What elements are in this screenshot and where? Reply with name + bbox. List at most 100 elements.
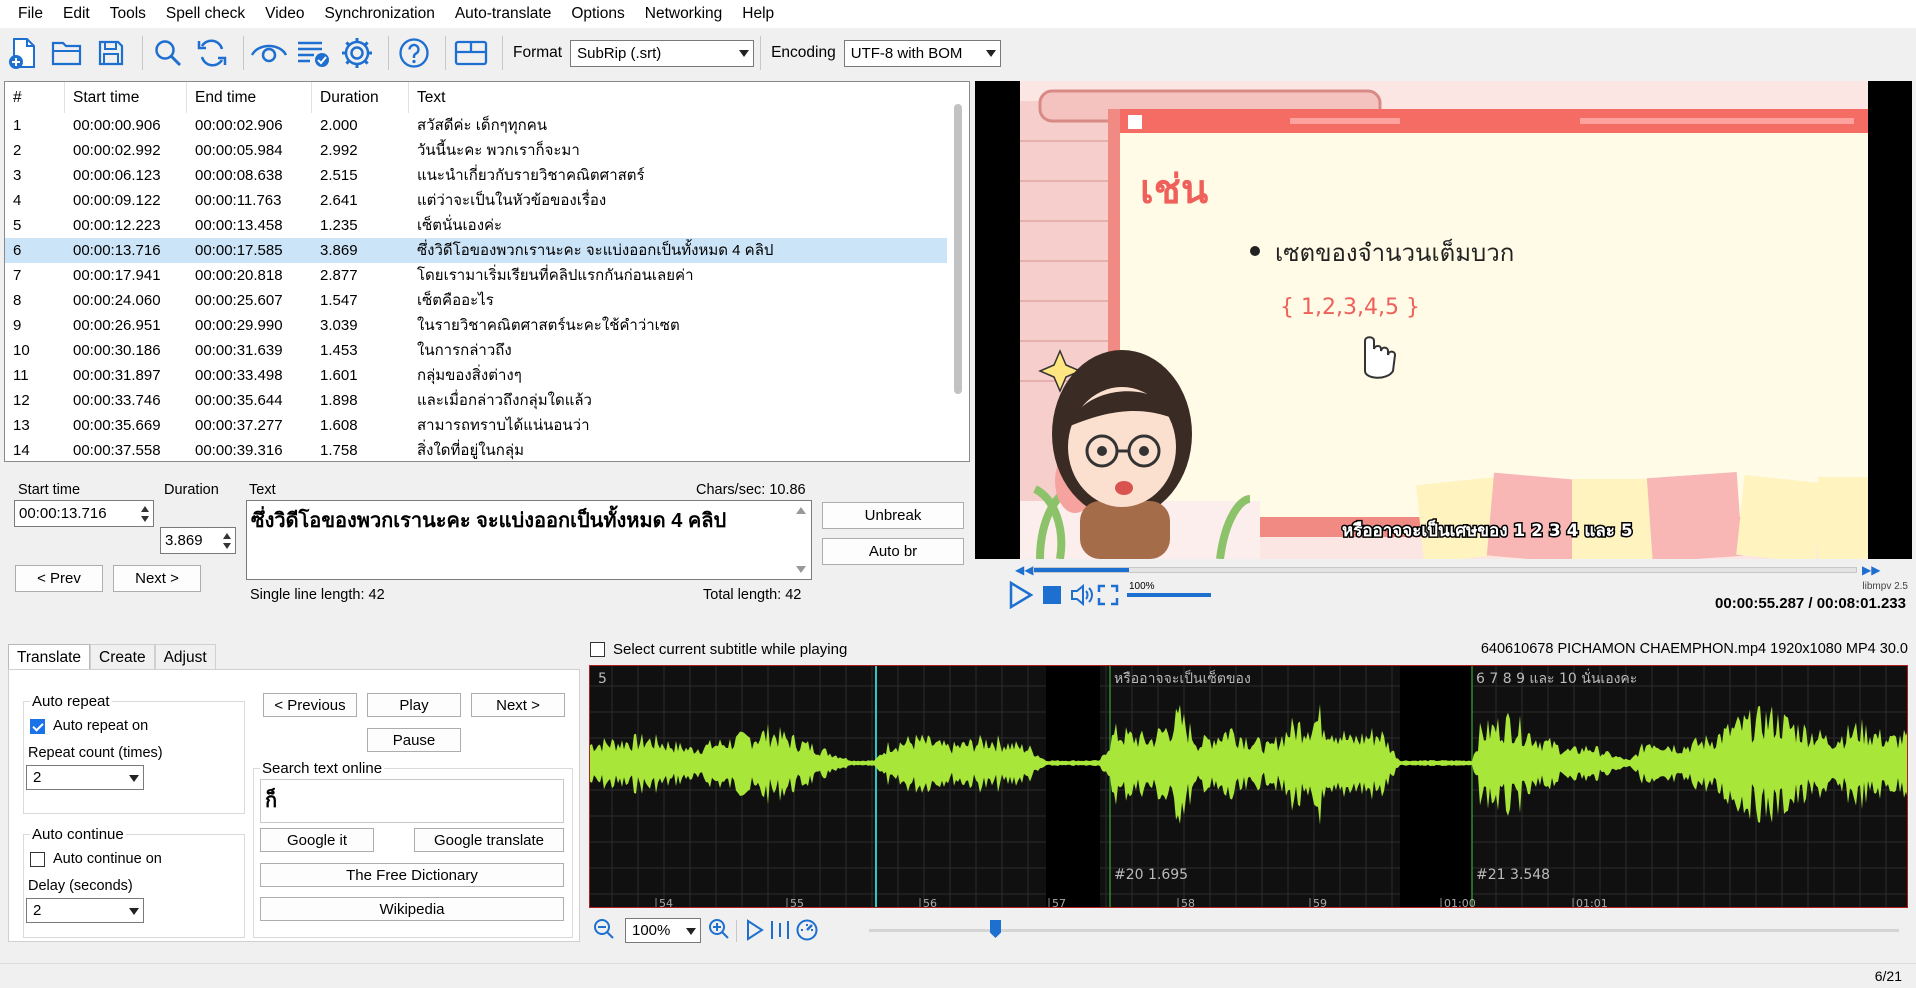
previous-button[interactable]: < Previous xyxy=(263,693,357,717)
text-scrollbar[interactable] xyxy=(793,503,809,577)
new-file-icon[interactable] xyxy=(4,34,42,72)
find-icon[interactable] xyxy=(149,34,187,72)
play-button[interactable]: Play xyxy=(367,693,461,717)
repeat-count-select[interactable]: 2 xyxy=(26,765,144,790)
menu-options[interactable]: Options xyxy=(561,0,634,28)
list-scrollbar[interactable] xyxy=(947,82,969,461)
video-seek-bar[interactable] xyxy=(1033,567,1857,573)
menu-spell-check[interactable]: Spell check xyxy=(156,0,255,28)
subtitle-text-input[interactable]: ซึ่งวิดีโอของพวกเรานะคะ จะแบ่งออกเป็นทั้… xyxy=(246,500,812,580)
tab-create[interactable]: Create xyxy=(90,644,155,670)
unbreak-button[interactable]: Unbreak xyxy=(822,502,964,529)
save-icon[interactable] xyxy=(92,34,130,72)
spell-check-icon[interactable] xyxy=(294,34,332,72)
spin-down-icon[interactable] xyxy=(223,543,231,549)
column-duration[interactable]: Duration xyxy=(312,82,409,113)
speed-gauge-icon[interactable] xyxy=(795,918,819,946)
table-row[interactable]: 11 00:00:31.897 00:00:33.498 1.601 กลุ่มของส… xyxy=(5,363,947,388)
table-row[interactable]: 4 00:00:09.122 00:00:11.763 2.641 แต่ว่าจะเป… xyxy=(5,188,947,213)
zoom-select[interactable]: 100% xyxy=(625,918,701,943)
table-row[interactable]: 3 00:00:06.123 00:00:08.638 2.515 แนะนำเกี่ย… xyxy=(5,163,947,188)
column-text[interactable]: Text xyxy=(409,82,947,113)
fast-forward-icon[interactable]: ▶▶ xyxy=(1862,563,1880,577)
row-end-time: 00:00:17.585 xyxy=(195,242,283,259)
auto-continue-checkbox[interactable]: Auto continue on xyxy=(30,851,162,867)
replace-icon[interactable] xyxy=(193,34,231,72)
table-row[interactable]: 1 00:00:00.906 00:00:02.906 2.000 สวัสดีค่ะ … xyxy=(5,113,947,138)
column-end-time[interactable]: End time xyxy=(187,82,312,113)
menu-synchronization[interactable]: Synchronization xyxy=(315,0,445,28)
checkbox-unchecked-icon[interactable] xyxy=(590,642,605,657)
table-row[interactable]: 9 00:00:26.951 00:00:29.990 3.039 ในรายวิชาค… xyxy=(5,313,947,338)
search-text-input[interactable]: ก็ xyxy=(260,779,564,823)
segment-20-info: #20 1.695 xyxy=(1114,867,1188,883)
subtitle-list[interactable]: # Start time End time Duration Text 1 00:… xyxy=(4,81,970,462)
audio-waveform[interactable]: 5 หรืออาจจะเป็นเซ็ตของ #20 1.695 6 7 8 9… xyxy=(589,665,1908,908)
menu-file[interactable]: File xyxy=(8,0,53,28)
waveform-position-slider[interactable] xyxy=(869,929,1899,932)
menu-edit[interactable]: Edit xyxy=(53,0,100,28)
time-tick-label: 01:00 xyxy=(1444,897,1476,908)
start-time-input[interactable]: 00:00:13.716 xyxy=(14,500,154,527)
tab-adjust[interactable]: Adjust xyxy=(154,644,216,670)
checkbox-unchecked-icon[interactable] xyxy=(30,851,45,867)
rewind-icon[interactable]: ◀◀ xyxy=(1015,563,1033,577)
next-button[interactable]: Next > xyxy=(113,565,201,592)
help-icon[interactable] xyxy=(395,34,433,72)
volume-slider[interactable] xyxy=(1127,593,1211,597)
select-while-playing-checkbox[interactable]: Select current subtitle while playing xyxy=(590,641,847,658)
play-selection-icon[interactable] xyxy=(745,919,765,945)
menu-video[interactable]: Video xyxy=(255,0,314,28)
play-icon[interactable] xyxy=(1008,580,1034,613)
table-row[interactable]: 7 00:00:17.941 00:00:20.818 2.877 โดยเรามาเร… xyxy=(5,263,947,288)
zoom-out-icon[interactable] xyxy=(593,918,615,944)
encoding-label: Encoding xyxy=(771,44,836,61)
table-row[interactable]: 8 00:00:24.060 00:00:25.607 1.547 เซ็ตคืออะไ… xyxy=(5,288,947,313)
video-player[interactable]: เช่น เซตของจำนวนเต็มบวก { 1,2,3,4,5 } หร… xyxy=(975,81,1912,559)
menu-help[interactable]: Help xyxy=(732,0,784,28)
column-start-time[interactable]: Start time xyxy=(65,82,187,113)
google-it-button[interactable]: Google it xyxy=(260,828,374,852)
duration-input[interactable]: 3.869 xyxy=(160,527,236,554)
row-end-time: 00:00:25.607 xyxy=(195,292,283,309)
auto-br-button[interactable]: Auto br xyxy=(822,538,964,565)
slider-thumb[interactable] xyxy=(990,920,1001,938)
pause-button[interactable]: Pause xyxy=(367,728,461,752)
menu-tools[interactable]: Tools xyxy=(100,0,156,28)
menu-auto-translate[interactable]: Auto-translate xyxy=(445,0,562,28)
free-dictionary-button[interactable]: The Free Dictionary xyxy=(260,863,564,887)
checkbox-checked-icon[interactable] xyxy=(30,718,45,734)
row-end-time: 00:00:37.277 xyxy=(195,417,283,434)
format-select[interactable]: SubRip (.srt) xyxy=(570,39,755,67)
auto-repeat-checkbox[interactable]: Auto repeat on xyxy=(30,718,148,734)
settings-icon[interactable] xyxy=(338,34,376,72)
delay-select[interactable]: 2 xyxy=(26,898,144,923)
visual-sync-icon[interactable] xyxy=(250,34,288,72)
table-row[interactable]: 14 00:00:37.558 00:00:39.316 1.758 สิ่งใดที่… xyxy=(5,438,947,461)
open-folder-icon[interactable] xyxy=(48,34,86,72)
menu-networking[interactable]: Networking xyxy=(635,0,733,28)
column-number[interactable]: # xyxy=(5,82,65,113)
next-button[interactable]: Next > xyxy=(471,693,565,717)
google-translate-button[interactable]: Google translate xyxy=(414,828,564,852)
spin-up-icon[interactable] xyxy=(141,506,149,512)
table-row[interactable]: 5 00:00:12.223 00:00:13.458 1.235 เซ็ตนั่นเอ… xyxy=(5,213,947,238)
prev-button[interactable]: < Prev xyxy=(15,565,103,592)
scrollbar-thumb[interactable] xyxy=(954,104,962,394)
table-row[interactable]: 13 00:00:35.669 00:00:37.277 1.608 สามารถทรา… xyxy=(5,413,947,438)
table-row[interactable]: 10 00:00:30.186 00:00:31.639 1.453 ในการกล่า… xyxy=(5,338,947,363)
table-row[interactable]: 2 00:00:02.992 00:00:05.984 2.992 วันนี้นะคะ… xyxy=(5,138,947,163)
volume-icon[interactable] xyxy=(1069,583,1093,611)
fullscreen-icon[interactable] xyxy=(1097,584,1119,610)
layout-icon[interactable] xyxy=(452,34,490,72)
stop-icon[interactable] xyxy=(1043,586,1061,604)
spin-up-icon[interactable] xyxy=(223,533,231,539)
table-row[interactable]: 12 00:00:33.746 00:00:35.644 1.898 และเมื่อก… xyxy=(5,388,947,413)
zoom-in-icon[interactable] xyxy=(708,918,730,944)
split-icon[interactable] xyxy=(769,919,791,945)
encoding-select[interactable]: UTF-8 with BOM xyxy=(843,39,1001,67)
tab-translate[interactable]: Translate xyxy=(8,644,91,670)
table-row[interactable]: 6 00:00:13.716 00:00:17.585 3.869 ซึ่งวิดีโอ… xyxy=(5,238,947,263)
wikipedia-button[interactable]: Wikipedia xyxy=(260,897,564,921)
spin-down-icon[interactable] xyxy=(141,516,149,522)
